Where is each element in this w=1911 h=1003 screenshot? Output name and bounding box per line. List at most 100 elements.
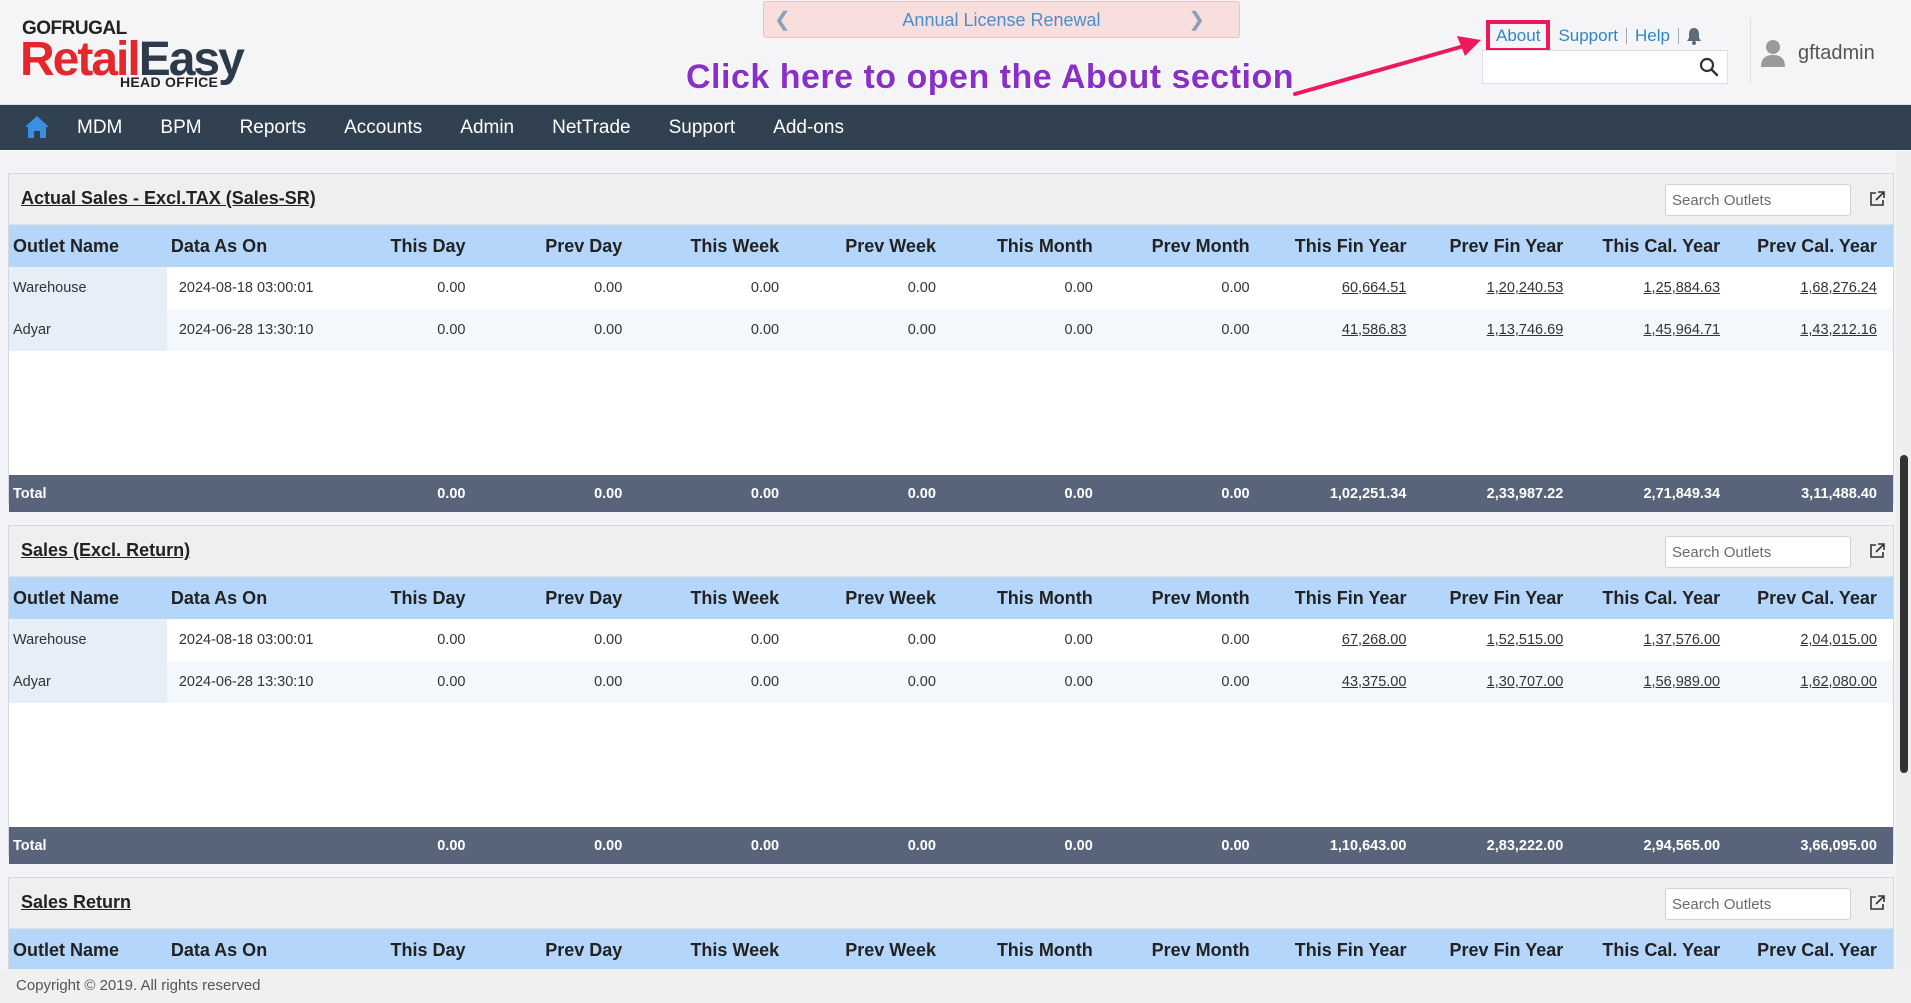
value-link[interactable]: 2,04,015.00: [1736, 619, 1893, 661]
col-header[interactable]: This Day: [325, 577, 482, 619]
col-header[interactable]: Prev Day: [481, 929, 638, 969]
tutorial-annotation: Click here to open the About section: [686, 58, 1295, 96]
col-header[interactable]: This Day: [325, 225, 482, 267]
value-cell: 0.00: [1064, 632, 1093, 648]
col-header[interactable]: Data As On: [167, 577, 325, 619]
chevron-right-icon[interactable]: ❯: [1188, 7, 1205, 32]
col-header[interactable]: Prev Day: [481, 577, 638, 619]
value-link[interactable]: 1,62,080.00: [1736, 661, 1893, 703]
col-header[interactable]: This Month: [952, 225, 1109, 267]
col-header[interactable]: Prev Week: [795, 929, 952, 969]
value-link[interactable]: 1,52,515.00: [1422, 619, 1579, 661]
external-link-icon[interactable]: [1869, 191, 1885, 207]
value-link[interactable]: 1,13,746.69: [1422, 309, 1579, 351]
col-header[interactable]: Outlet Name: [9, 577, 167, 619]
value-link[interactable]: 60,664.51: [1266, 267, 1423, 309]
nav-item-reports[interactable]: Reports: [221, 117, 326, 139]
panel-title[interactable]: Sales Return: [21, 892, 131, 913]
col-header[interactable]: This Month: [952, 929, 1109, 969]
value-link[interactable]: 1,45,964.71: [1579, 309, 1736, 351]
header-divider: [1750, 18, 1751, 84]
col-header[interactable]: This Cal. Year: [1579, 577, 1736, 619]
col-header[interactable]: This Week: [638, 225, 795, 267]
col-header[interactable]: This Week: [638, 577, 795, 619]
retaileasy-logo[interactable]: GOFRUGAL RetailEasy HEAD OFFICE: [20, 18, 260, 90]
home-icon[interactable]: [24, 114, 50, 140]
col-header[interactable]: Outlet Name: [9, 225, 167, 267]
value-cell: 0.00: [907, 632, 936, 648]
copyright-text: Copyright © 2019. All rights reserved: [16, 977, 261, 994]
panel-title[interactable]: Actual Sales - Excl.TAX (Sales-SR): [21, 188, 316, 209]
help-link[interactable]: Help: [1627, 26, 1678, 46]
bell-icon[interactable]: [1685, 26, 1703, 46]
value-link[interactable]: 1,37,576.00: [1579, 619, 1736, 661]
license-renewal-text[interactable]: Annual License Renewal: [764, 10, 1239, 31]
col-header[interactable]: Prev Month: [1109, 225, 1266, 267]
value-link[interactable]: 43,375.00: [1266, 661, 1423, 703]
empty-area: [9, 351, 1893, 475]
col-header[interactable]: Prev Fin Year: [1422, 577, 1579, 619]
user-name[interactable]: gftadmin: [1798, 42, 1875, 65]
table-row: Warehouse 2024-08-18 03:00:01 0.00 0.00 …: [9, 267, 1893, 309]
panel-title[interactable]: Sales (Excl. Return): [21, 540, 190, 561]
value-link[interactable]: 41,586.83: [1266, 309, 1423, 351]
col-header[interactable]: This Fin Year: [1266, 577, 1423, 619]
value-link[interactable]: 1,56,989.00: [1579, 661, 1736, 703]
about-link[interactable]: About: [1486, 20, 1551, 52]
col-header[interactable]: Data As On: [167, 225, 325, 267]
sales-grid: Outlet Name Data As On This Day Prev Day…: [9, 225, 1893, 512]
global-search-input[interactable]: [1489, 55, 1693, 81]
nav-item-nettrade[interactable]: NetTrade: [533, 117, 650, 139]
nav-item-support[interactable]: Support: [650, 117, 755, 139]
col-header[interactable]: Data As On: [167, 929, 325, 969]
col-header[interactable]: Prev Cal. Year: [1736, 929, 1893, 969]
value-link[interactable]: 67,268.00: [1266, 619, 1423, 661]
col-header[interactable]: Prev Day: [481, 225, 638, 267]
value-link[interactable]: 1,68,276.24: [1736, 267, 1893, 309]
nav-item-bpm[interactable]: BPM: [141, 117, 220, 139]
value-link[interactable]: 1,30,707.00: [1422, 661, 1579, 703]
col-header[interactable]: Outlet Name: [9, 929, 167, 969]
nav-item-accounts[interactable]: Accounts: [325, 117, 441, 139]
user-icon[interactable]: [1760, 38, 1786, 68]
value-link[interactable]: 1,43,212.16: [1736, 309, 1893, 351]
external-link-icon[interactable]: [1869, 895, 1885, 911]
col-header[interactable]: Prev Fin Year: [1422, 929, 1579, 969]
col-header[interactable]: This Fin Year: [1266, 929, 1423, 969]
col-header[interactable]: Prev Month: [1109, 577, 1266, 619]
nav-item-admin[interactable]: Admin: [441, 117, 533, 139]
outlet-name: Warehouse: [9, 267, 167, 309]
col-header[interactable]: This Cal. Year: [1579, 929, 1736, 969]
total-cell: 0.00: [750, 485, 780, 502]
outlet-search-input[interactable]: [1665, 536, 1851, 568]
col-header[interactable]: This Month: [952, 577, 1109, 619]
nav-item-mdm[interactable]: MDM: [58, 117, 141, 139]
global-search[interactable]: [1482, 50, 1728, 84]
total-cell: 0.00: [907, 837, 936, 854]
nav-item-addons[interactable]: Add-ons: [754, 117, 863, 139]
page-scrollbar[interactable]: [1896, 151, 1911, 969]
col-header[interactable]: This Fin Year: [1266, 225, 1423, 267]
license-renewal-banner[interactable]: ❮ Annual License Renewal ❯: [763, 1, 1240, 38]
col-header[interactable]: Prev Week: [795, 225, 952, 267]
total-cell: 2,83,222.00: [1486, 837, 1564, 854]
total-cell: 0.00: [1064, 837, 1093, 854]
value-link[interactable]: 1,20,240.53: [1422, 267, 1579, 309]
outlet-search-input[interactable]: [1665, 184, 1851, 216]
col-header[interactable]: This Cal. Year: [1579, 225, 1736, 267]
col-header[interactable]: This Week: [638, 929, 795, 969]
scrollbar-thumb[interactable]: [1900, 455, 1908, 773]
value-link[interactable]: 1,25,884.63: [1579, 267, 1736, 309]
data-as-on: 2024-06-28 13:30:10: [178, 322, 314, 338]
total-row: Total 0.00 0.00 0.00 0.00 0.00 0.00 1,02…: [9, 475, 1893, 512]
outlet-search-input[interactable]: [1665, 888, 1851, 920]
search-icon[interactable]: [1699, 57, 1719, 77]
col-header[interactable]: Prev Cal. Year: [1736, 225, 1893, 267]
col-header[interactable]: Prev Week: [795, 577, 952, 619]
col-header[interactable]: Prev Month: [1109, 929, 1266, 969]
external-link-icon[interactable]: [1869, 543, 1885, 559]
col-header[interactable]: Prev Fin Year: [1422, 225, 1579, 267]
support-link[interactable]: Support: [1550, 26, 1626, 46]
col-header[interactable]: This Day: [325, 929, 482, 969]
col-header[interactable]: Prev Cal. Year: [1736, 577, 1893, 619]
